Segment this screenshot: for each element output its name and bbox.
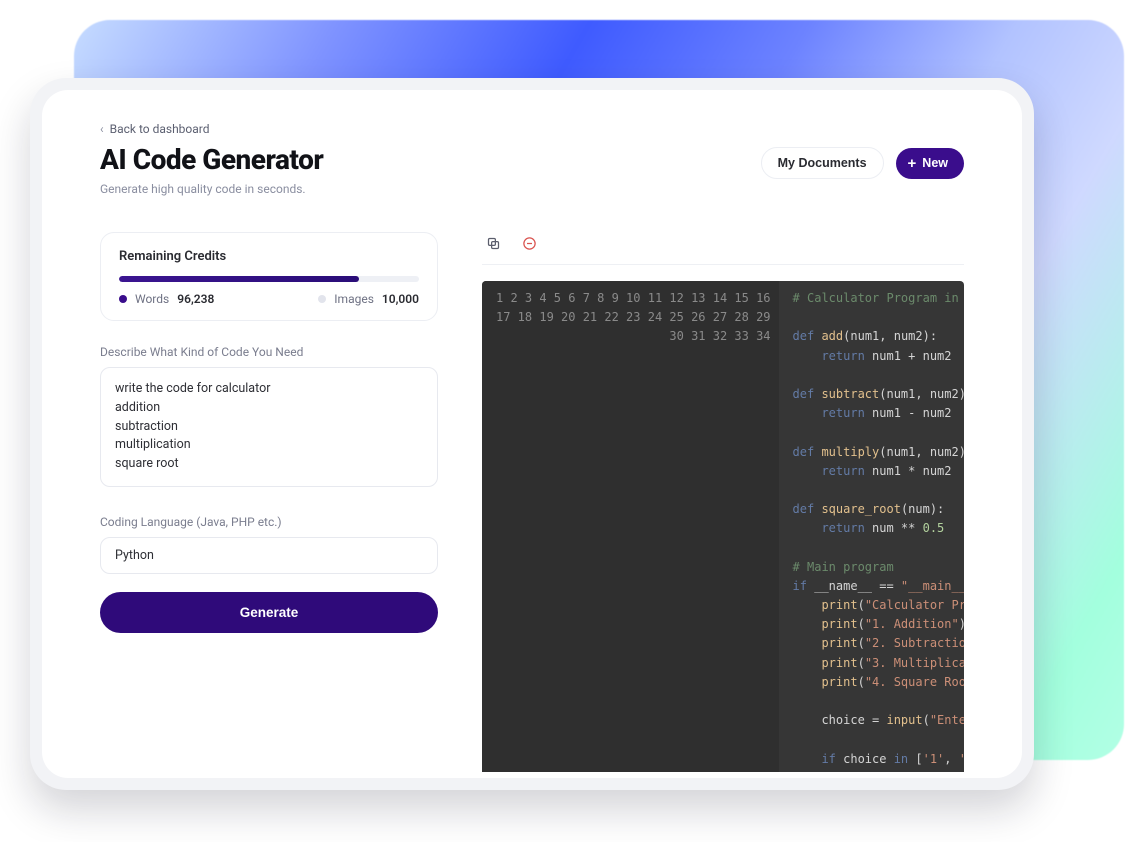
delete-icon[interactable] — [518, 232, 540, 254]
screen: ‹ Back to dashboard AI Code Generator Ge… — [42, 90, 1022, 778]
new-button[interactable]: + New — [896, 148, 964, 179]
words-label: Words — [135, 292, 169, 306]
plus-icon: + — [908, 156, 917, 171]
images-label: Images — [334, 292, 374, 306]
code-body[interactable]: # Calculator Program in Python def add(n… — [779, 281, 964, 772]
dot-icon — [318, 295, 326, 303]
code-window: 1 2 3 4 5 6 7 8 9 10 11 12 13 14 15 16 1… — [482, 281, 964, 772]
credits-progress-fill — [119, 276, 359, 282]
output-toolbar — [482, 232, 964, 265]
credits-title: Remaining Credits — [119, 249, 419, 264]
describe-label: Describe What Kind of Code You Need — [100, 345, 438, 359]
new-button-label: New — [922, 156, 948, 170]
chevron-left-icon: ‹ — [100, 122, 104, 136]
images-value: 10,000 — [382, 292, 419, 306]
credits-card: Remaining Credits Words 96,238 — [100, 232, 438, 321]
back-label: Back to dashboard — [110, 122, 210, 136]
language-label: Coding Language (Java, PHP etc.) — [100, 515, 438, 529]
back-to-dashboard-link[interactable]: ‹ Back to dashboard — [100, 122, 210, 136]
words-value: 96,238 — [177, 292, 214, 306]
credits-words-legend: Words 96,238 — [119, 292, 214, 306]
credits-images-legend: Images 10,000 — [318, 292, 419, 306]
page-subtitle: Generate high quality code in seconds. — [100, 182, 323, 196]
generate-button[interactable]: Generate — [100, 592, 438, 633]
credits-progress — [119, 276, 419, 282]
my-documents-button[interactable]: My Documents — [761, 147, 884, 179]
language-input[interactable] — [100, 537, 438, 574]
describe-input[interactable] — [100, 367, 438, 487]
copy-icon[interactable] — [482, 232, 504, 254]
page-title: AI Code Generator — [100, 143, 323, 176]
dot-icon — [119, 295, 127, 303]
code-gutter: 1 2 3 4 5 6 7 8 9 10 11 12 13 14 15 16 1… — [482, 281, 779, 772]
device-frame: ‹ Back to dashboard AI Code Generator Ge… — [30, 78, 1034, 790]
